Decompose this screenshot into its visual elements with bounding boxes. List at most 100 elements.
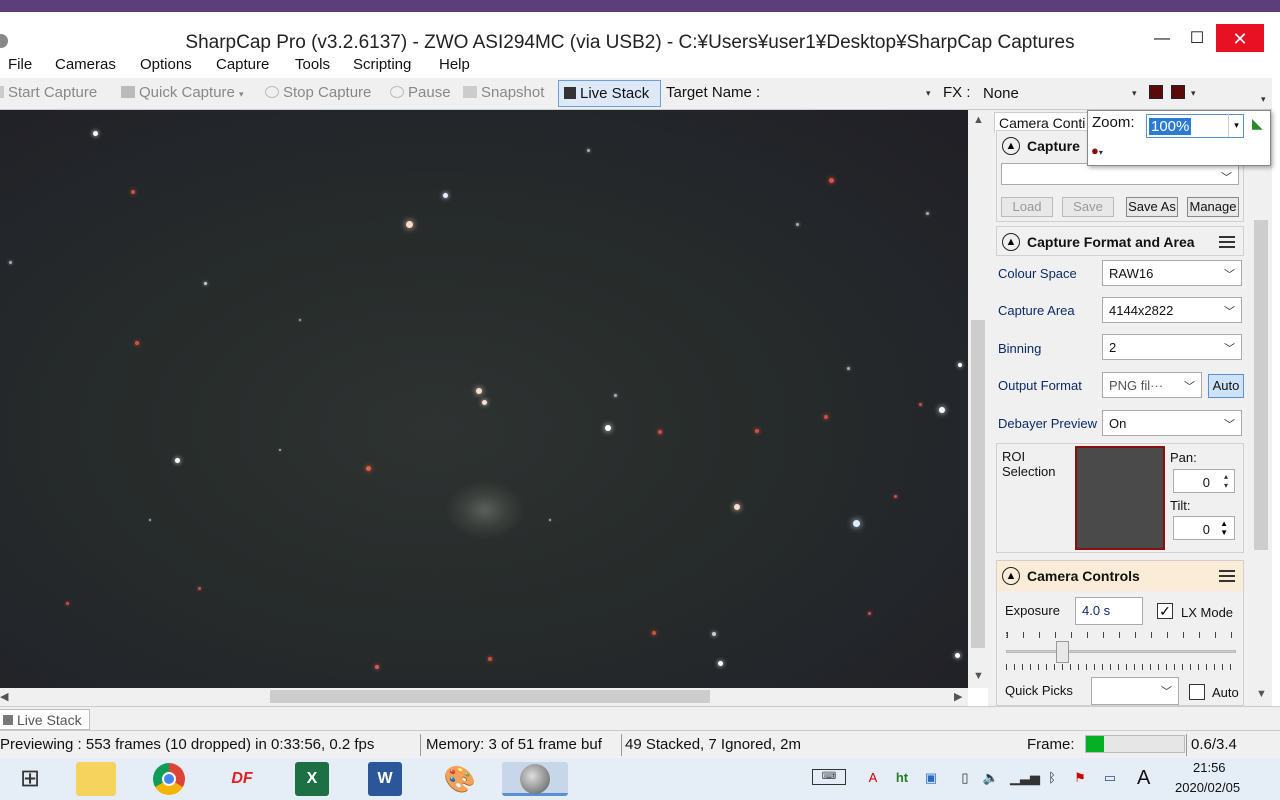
keyboard-icon[interactable]: ⌨ [812,769,846,785]
menu-file[interactable]: File [8,56,32,73]
excel-icon[interactable]: X [295,762,329,796]
clock-time[interactable]: 21:56 [1193,760,1226,775]
exposure-ticks-bottom [1006,664,1238,670]
capture-format-header[interactable]: ▲ Capture Format and Area [996,226,1244,256]
colour-space-label: Colour Space [998,266,1077,281]
exposure-auto-checkbox[interactable] [1189,684,1205,700]
zoom-dropdown-icon[interactable]: ▾ [1228,113,1244,137]
start-capture-button[interactable]: Start Capture [0,84,97,101]
overlay-toggle-icon[interactable] [1149,85,1163,99]
horizontal-scroll-thumb[interactable] [270,690,710,703]
sharpcap-taskbar-icon[interactable] [502,762,568,796]
volume-icon[interactable]: 🔈 [982,769,1000,787]
lx-mode-checkbox[interactable]: ✓ [1157,603,1173,619]
capture-area-select[interactable]: 4144x2822 ﹀ [1102,297,1242,323]
preview-vertical-scrollbar[interactable]: ▲ ▼ [968,110,988,688]
debayer-preview-select[interactable]: On ﹀ [1102,410,1242,436]
save-as-profile-button[interactable]: Save As [1126,197,1178,217]
ime-mode-indicator[interactable]: A [1137,767,1150,790]
zoom-tool-icon[interactable]: ●▾ [1091,143,1103,158]
star [717,660,723,666]
camera-preview[interactable] [0,110,968,688]
clock-date[interactable]: 2020/02/05 [1175,780,1240,795]
menu-icon[interactable] [1219,570,1235,582]
load-profile-button[interactable]: Load [1001,197,1053,217]
menu-tools[interactable]: Tools [295,56,330,73]
panel-scroll-down-icon[interactable]: ▼ [1256,688,1267,700]
scroll-right-icon[interactable]: ▶ [954,690,962,703]
save-profile-button[interactable]: Save [1062,197,1114,217]
chrome-icon[interactable] [149,762,189,796]
star [824,415,828,419]
quick-picks-select[interactable]: ﹀ [1091,677,1179,705]
collapse-icon[interactable]: ▲ [1002,137,1020,155]
scroll-down-icon[interactable]: ▼ [973,670,984,682]
scroll-left-icon[interactable]: ◀ [0,690,8,703]
wifi-signal-icon[interactable]: ▁▃▅ [1010,769,1040,787]
panel-scroll-thumb[interactable] [1254,220,1268,550]
profile-select[interactable]: ﹀ [1001,163,1239,185]
exposure-slider-track[interactable] [1006,650,1236,653]
acrobat-icon[interactable]: A [864,769,882,787]
star [828,177,834,183]
panel-vertical-scrollbar[interactable]: ▼ [1250,110,1272,706]
histogram-icon[interactable]: ◣ [1252,115,1263,132]
fx-dropdown-icon[interactable]: ▾ [1132,88,1137,99]
output-format-select[interactable]: PNG fil··· ﹀ [1102,372,1202,398]
exposure-input[interactable]: 4.0 s [1075,597,1143,625]
reticle-icon[interactable] [1171,85,1185,99]
bluetooth-icon[interactable]: ᛒ [1043,769,1061,787]
colour-space-select[interactable]: RAW16 ﹀ [1102,260,1242,286]
snapshot-button[interactable]: Snapshot [463,84,544,101]
collapse-icon[interactable]: ▲ [1002,567,1020,585]
spinner-icon[interactable]: ▴ ▾ [1224,472,1228,490]
file-explorer-icon[interactable] [76,762,116,796]
menu-scripting[interactable]: Scripting [353,56,411,73]
collapse-icon[interactable]: ▲ [1002,233,1020,251]
live-stack-label: Live Stack [580,85,650,102]
scroll-up-icon[interactable]: ▲ [973,114,984,126]
windows-start-icon[interactable]: ⊞ [10,762,50,796]
target-name-input[interactable] [776,81,936,105]
vertical-scroll-thumb[interactable] [971,320,985,648]
notification-flag-icon[interactable]: ⚑ [1071,769,1089,787]
chevron-down-icon: ﹀ [1221,172,1232,184]
menu-options[interactable]: Options [140,56,192,73]
roi-selection-canvas[interactable] [1075,446,1165,550]
pan-input[interactable]: 0 ▴ ▾ [1173,469,1235,493]
toolbar-overflow-icon[interactable]: ▾ [1261,94,1266,105]
output-format-auto-button[interactable]: Auto [1208,374,1244,398]
quick-picks-label: Quick Picks [1005,683,1073,698]
ht-icon[interactable]: ht [893,769,911,787]
star [135,341,139,345]
df-app-icon[interactable]: DF [222,762,262,796]
binning-select[interactable]: 2 ﹀ [1102,334,1242,360]
preview-horizontal-scrollbar[interactable]: ◀ ▶ [0,688,968,706]
tab-live-stack[interactable]: Live Stack [0,709,90,730]
close-button[interactable]: ✕ [1216,24,1264,54]
maximize-button[interactable]: ☐ [1175,24,1219,54]
spinner-icon[interactable]: ▲ ▼ [1220,519,1228,537]
tools-dropdown-icon[interactable]: ▾ [1191,88,1196,99]
output-format-label: Output Format [998,378,1082,393]
pause-button[interactable]: Pause [390,84,451,101]
menu-capture[interactable]: Capture [216,56,269,73]
battery-icon[interactable]: ▯ [956,769,974,787]
zoom-label: Zoom: [1092,114,1135,131]
menu-cameras[interactable]: Cameras [55,56,116,73]
word-icon[interactable]: W [368,762,402,796]
stop-capture-button[interactable]: Stop Capture [265,84,371,101]
network-manager-icon[interactable]: ▣ [922,769,940,787]
display-icon[interactable]: ▭ [1101,769,1119,787]
exposure-slider-thumb[interactable] [1056,641,1069,663]
target-name-dropdown-icon[interactable]: ▾ [926,88,931,99]
fx-select[interactable]: None [979,81,1141,105]
menu-help[interactable]: Help [439,56,470,73]
paint-icon[interactable]: 🎨 [440,762,480,796]
manage-profiles-button[interactable]: Manage [1187,197,1239,217]
live-stack-button[interactable]: Live Stack [558,80,661,107]
camera-controls-header[interactable]: ▲ Camera Controls [997,561,1243,591]
tilt-input[interactable]: 0 ▲ ▼ [1173,516,1235,540]
menu-icon[interactable] [1219,236,1235,248]
quick-capture-button[interactable]: Quick Capture ▾ [121,84,244,101]
